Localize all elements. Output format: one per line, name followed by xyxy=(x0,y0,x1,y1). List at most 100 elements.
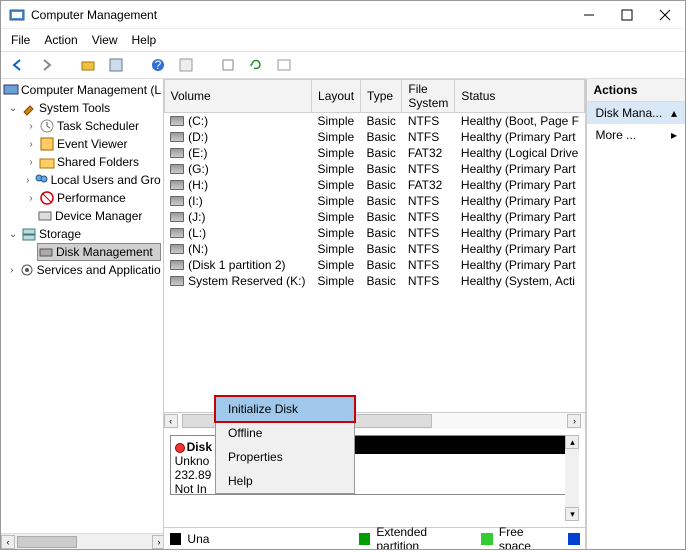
expand-icon[interactable]: › xyxy=(25,139,37,150)
scroll-right-icon[interactable]: › xyxy=(152,535,164,549)
table-row[interactable]: (C:)SimpleBasicNTFSHealthy (Boot, Page F xyxy=(164,113,585,130)
volume-type: Basic xyxy=(361,273,402,289)
scroll-down-icon[interactable]: ▾ xyxy=(565,507,579,521)
volume-layout: Simple xyxy=(312,129,361,145)
table-row[interactable]: (H:)SimpleBasicFAT32Healthy (Primary Par… xyxy=(164,177,585,193)
volume-icon xyxy=(170,116,184,126)
toolbar-icon-3[interactable] xyxy=(175,55,197,75)
toolbar-icon-1[interactable] xyxy=(77,55,99,75)
clock-icon xyxy=(39,118,55,134)
help-icon[interactable]: ? xyxy=(147,55,169,75)
services-icon xyxy=(19,262,35,278)
collapse-icon[interactable]: ⌄ xyxy=(7,229,19,240)
tree-hscrollbar[interactable]: ‹ › xyxy=(1,533,164,549)
volume-status: Healthy (Primary Part xyxy=(455,209,585,225)
svg-text:?: ? xyxy=(155,58,162,72)
menu-action[interactable]: Action xyxy=(44,33,77,47)
app-icon xyxy=(9,7,25,23)
actions-pane: Actions Disk Mana... ▴ More ... ▸ xyxy=(586,79,685,549)
tree-services[interactable]: › Services and Applicatio xyxy=(7,261,161,279)
volume-layout: Simple xyxy=(312,177,361,193)
volume-status: Healthy (Primary Part xyxy=(455,257,585,273)
scroll-up-icon[interactable]: ▴ xyxy=(565,435,579,449)
col-status[interactable]: Status xyxy=(455,80,585,113)
not-initialized-icon xyxy=(175,443,185,453)
tree-shared-folders[interactable]: › Shared Folders xyxy=(25,153,161,171)
expand-icon[interactable]: › xyxy=(25,157,37,168)
tree-local-users[interactable]: › Local Users and Gro xyxy=(25,171,161,189)
scroll-right-icon[interactable]: › xyxy=(567,414,581,428)
ctx-help[interactable]: Help xyxy=(216,469,354,493)
actions-disk-management[interactable]: Disk Mana... ▴ xyxy=(587,102,685,124)
col-filesystem[interactable]: File System xyxy=(402,80,455,113)
tree-performance[interactable]: › Performance xyxy=(25,189,161,207)
tools-icon xyxy=(21,100,37,116)
table-row[interactable]: (L:)SimpleBasicNTFSHealthy (Primary Part xyxy=(164,225,585,241)
tree-systools[interactable]: ⌄ System Tools xyxy=(7,99,161,117)
volume-name: (N:) xyxy=(188,242,208,256)
expand-icon[interactable]: › xyxy=(7,265,17,276)
ctx-initialize-disk[interactable]: Initialize Disk xyxy=(216,397,354,421)
refresh-icon[interactable] xyxy=(245,55,267,75)
volume-name: (J:) xyxy=(188,210,205,224)
forward-button[interactable] xyxy=(35,55,57,75)
menu-file[interactable]: File xyxy=(11,33,30,47)
expand-icon[interactable]: › xyxy=(25,175,31,186)
ctx-properties[interactable]: Properties xyxy=(216,445,354,469)
maximize-button[interactable] xyxy=(615,4,639,26)
actions-header: Actions xyxy=(587,79,685,102)
volume-name: (Disk 1 partition 2) xyxy=(188,258,285,272)
volume-list[interactable]: Volume Layout Type File System Status (C… xyxy=(164,79,586,413)
tree-storage[interactable]: ⌄ Storage xyxy=(7,225,161,243)
close-button[interactable] xyxy=(653,4,677,26)
tree-event-viewer[interactable]: › Event Viewer xyxy=(25,135,161,153)
expand-icon[interactable]: › xyxy=(25,193,37,204)
table-row[interactable]: (G:)SimpleBasicNTFSHealthy (Primary Part xyxy=(164,161,585,177)
col-layout[interactable]: Layout xyxy=(312,80,361,113)
scroll-left-icon[interactable]: ‹ xyxy=(1,535,15,549)
scroll-left-icon[interactable]: ‹ xyxy=(164,414,178,428)
volume-layout: Simple xyxy=(312,241,361,257)
back-button[interactable] xyxy=(7,55,29,75)
volume-name: (L:) xyxy=(188,226,206,240)
volume-status: Healthy (Primary Part xyxy=(455,177,585,193)
volume-fs: NTFS xyxy=(402,225,455,241)
col-volume[interactable]: Volume xyxy=(164,80,311,113)
collapse-icon[interactable]: ⌄ xyxy=(7,103,19,114)
volume-name: (H:) xyxy=(188,178,208,192)
table-row[interactable]: (I:)SimpleBasicNTFSHealthy (Primary Part xyxy=(164,193,585,209)
toolbar-icon-4[interactable] xyxy=(217,55,239,75)
tree-disk-management[interactable]: Disk Management xyxy=(37,243,161,261)
tree-task-scheduler[interactable]: › Task Scheduler xyxy=(25,117,161,135)
table-row[interactable]: (Disk 1 partition 2)SimpleBasicNTFSHealt… xyxy=(164,257,585,273)
tree-root[interactable]: Computer Management (L xyxy=(3,81,161,99)
users-icon xyxy=(33,172,49,188)
menu-view[interactable]: View xyxy=(92,33,118,47)
disk-vscrollbar[interactable]: ▴ ▾ xyxy=(565,435,579,521)
scroll-thumb[interactable] xyxy=(17,536,77,548)
col-type[interactable]: Type xyxy=(361,80,402,113)
context-menu: Initialize Disk Offline Properties Help xyxy=(215,396,355,494)
actions-more[interactable]: More ... ▸ xyxy=(587,124,685,146)
volume-layout: Simple xyxy=(312,113,361,130)
titlebar: Computer Management xyxy=(1,1,685,29)
table-row[interactable]: (E:)SimpleBasicFAT32Healthy (Logical Dri… xyxy=(164,145,585,161)
expand-icon[interactable]: › xyxy=(25,121,37,132)
minimize-button[interactable] xyxy=(577,4,601,26)
chevron-right-icon: ▸ xyxy=(671,128,677,142)
tree-device-manager[interactable]: Device Manager xyxy=(37,207,161,225)
volume-layout: Simple xyxy=(312,145,361,161)
table-row[interactable]: (J:)SimpleBasicNTFSHealthy (Primary Part xyxy=(164,209,585,225)
toolbar-icon-5[interactable] xyxy=(273,55,295,75)
nav-tree[interactable]: Computer Management (L ⌄ System Tools › … xyxy=(1,79,164,549)
ctx-offline[interactable]: Offline xyxy=(216,421,354,445)
table-row[interactable]: System Reserved (K:)SimpleBasicNTFSHealt… xyxy=(164,273,585,289)
volume-icon xyxy=(170,276,184,286)
menu-help[interactable]: Help xyxy=(132,33,157,47)
toolbar-icon-2[interactable] xyxy=(105,55,127,75)
table-row[interactable]: (D:)SimpleBasicNTFSHealthy (Primary Part xyxy=(164,129,585,145)
volume-status: Healthy (Logical Drive xyxy=(455,145,585,161)
volume-type: Basic xyxy=(361,193,402,209)
volume-type: Basic xyxy=(361,161,402,177)
table-row[interactable]: (N:)SimpleBasicNTFSHealthy (Primary Part xyxy=(164,241,585,257)
